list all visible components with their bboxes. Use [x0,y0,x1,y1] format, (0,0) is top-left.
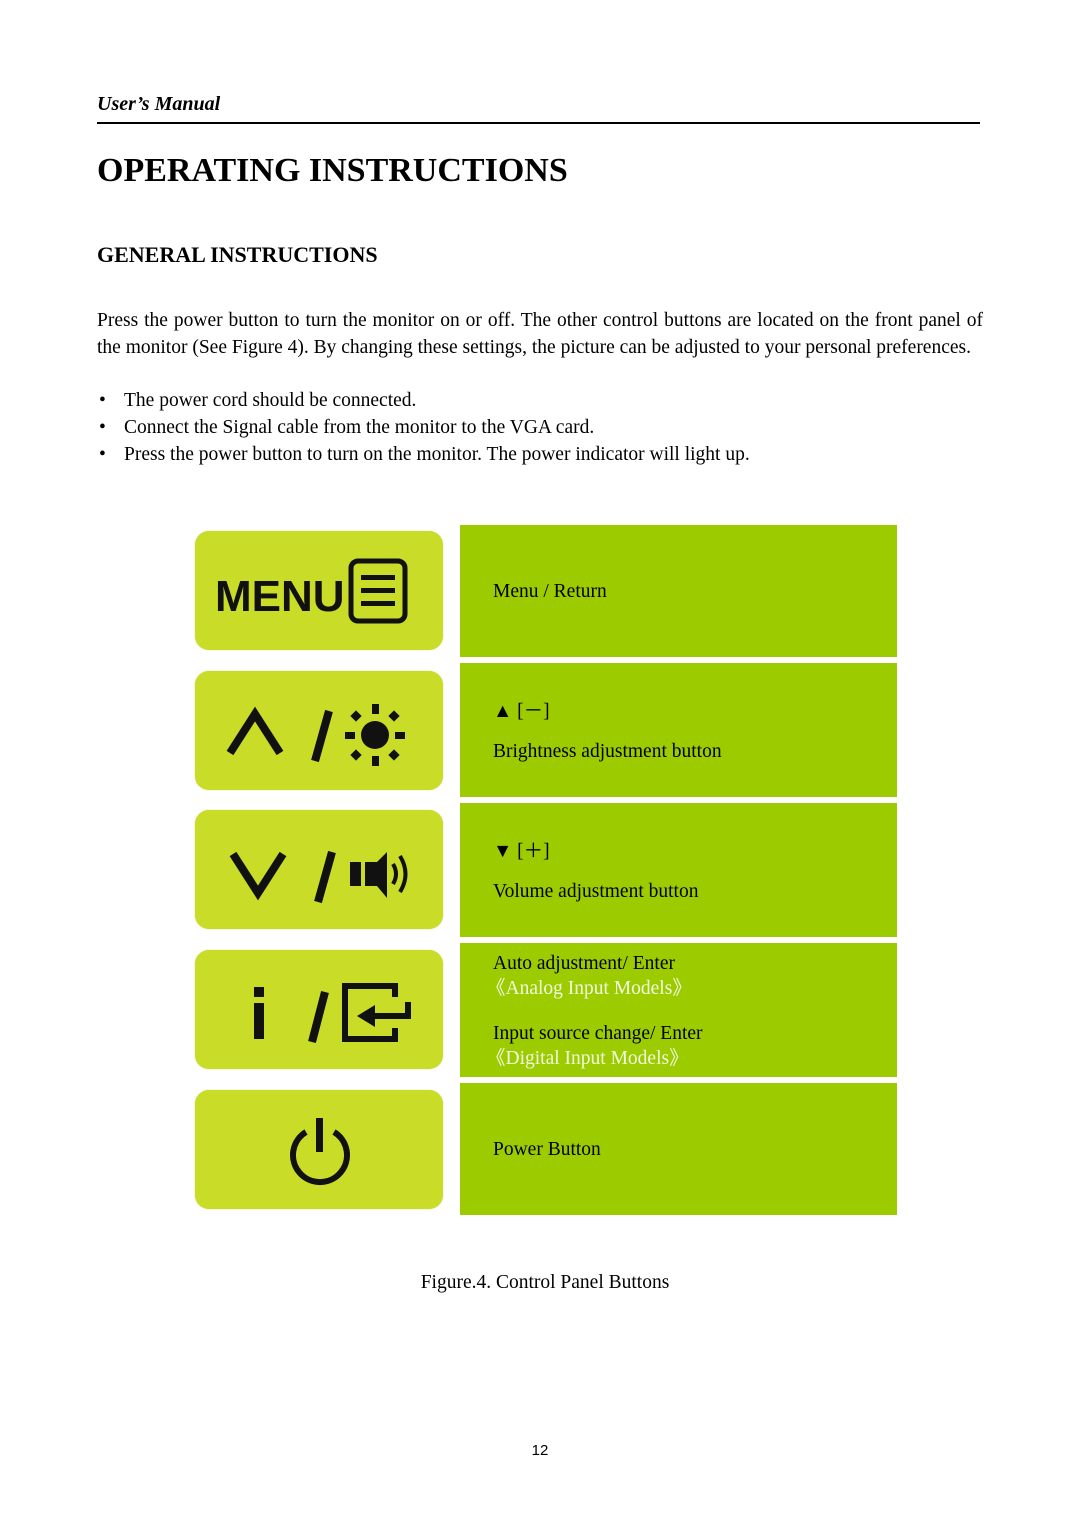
volume-key-label: ▼ [＋] [493,841,550,862]
auto-adjust-label: Auto adjustment/ Enter [493,953,675,974]
down-volume-icon [229,850,408,904]
list-item: • The power cord should be connected. [97,387,750,414]
bullet-icon: • [99,444,106,465]
power-icon [290,1118,350,1186]
brightness-icon [345,704,405,766]
header-manual-title: User’s Manual [97,93,221,115]
list-item: • Connect the Signal cable from the monit… [97,414,750,441]
figure-caption: Figure.4. Control Panel Buttons [420,1272,670,1293]
menu-icon: MENU [215,558,408,624]
input-button-graphic [195,950,443,1069]
list-item-text: Connect the Signal cable from the monito… [124,417,595,438]
digital-models-note: 《Digital Input Models》 [486,1048,689,1069]
bullet-icon: • [99,417,106,438]
info-input-icon [254,983,411,1044]
menu-button-graphic: MENU [195,531,443,650]
input-source-label: Input source change/ Enter [493,1023,703,1044]
menu-return-description: Menu / Return [460,525,897,657]
brightness-description: ▲ [－] Brightness adjustment button [460,663,897,797]
power-button-graphic [195,1090,443,1209]
analog-models-note: 《Analog Input Models》 [486,978,692,999]
menu-icon-label: MENU [215,572,345,621]
header-rule [97,122,980,124]
speaker-icon [350,852,387,898]
page-number: 12 [531,1442,549,1459]
section-title: GENERAL INSTRUCTIONS [97,242,378,267]
volume-description: ▼ [＋] Volume adjustment button [460,803,897,937]
list-item-text: The power cord should be connected. [124,390,417,411]
instruction-list: • The power cord should be connected. • Co… [97,387,750,468]
volume-label: Volume adjustment button [493,881,699,902]
menu-return-label: Menu / Return [493,581,607,602]
brightness-key-label: ▲ [－] [493,701,550,722]
bullet-icon: • [99,390,106,411]
volume-button-graphic [195,810,443,929]
input-source-icon [342,983,411,1042]
list-item: • Press the power button to turn on the m… [97,441,750,468]
info-icon [254,987,264,997]
input-description: Auto adjustment/ Enter 《Analog Input Mod… [460,943,897,1077]
list-item-text: Press the power button to turn on the mo… [124,444,750,465]
brightness-label: Brightness adjustment button [493,741,722,762]
page-title: OPERATING INSTRUCTIONS [97,152,568,189]
power-description: Power Button [460,1083,897,1215]
up-brightness-icon [226,704,405,766]
power-label: Power Button [493,1139,601,1160]
intro-paragraph: Press the power button to turn the monit… [97,310,983,358]
brightness-button-graphic [195,671,443,790]
